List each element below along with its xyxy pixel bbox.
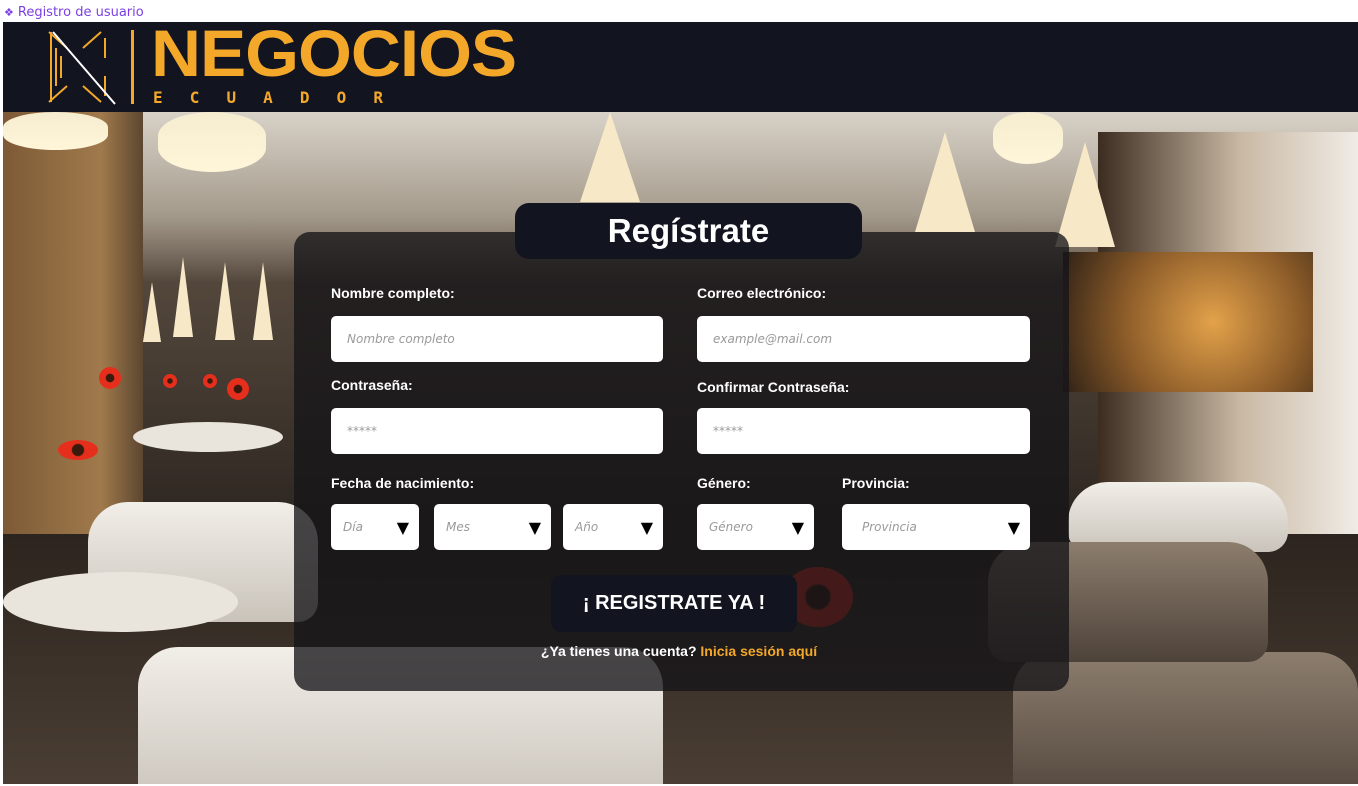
brand-sub-letter: R [373, 88, 383, 107]
logo-n-mark-icon [48, 31, 116, 105]
brand-sub-letter: E [153, 88, 163, 107]
frame-tab: ❖ Registro de usuario [4, 3, 144, 21]
email-label: Correo electrónico: [697, 285, 827, 301]
pendant-lamp [915, 132, 975, 232]
pendant-lamp [215, 262, 235, 340]
scene-flower [203, 374, 217, 388]
logo-separator [131, 30, 134, 104]
province-select[interactable]: Provincia ▼ [842, 504, 1030, 550]
day-select-value: Día [343, 520, 363, 534]
year-select-value: Año [575, 520, 599, 534]
scene-flower [163, 374, 177, 388]
login-prompt: ¿Ya tienes una cuenta? Inicia sesión aqu… [0, 643, 1358, 659]
login-link[interactable]: Inicia sesión aquí [700, 643, 817, 659]
pendant-lamp [580, 112, 640, 202]
brand-sub-letter: C [189, 88, 200, 107]
pendant-lamp [1055, 142, 1115, 247]
brand-sub-letter: A [263, 88, 273, 107]
month-select[interactable]: Mes ▼ [434, 504, 551, 550]
province-label: Provincia: [842, 475, 910, 491]
email-input[interactable]: example@mail.com [697, 316, 1030, 362]
caret-down-icon: ▼ [528, 517, 541, 537]
lamp-shade [3, 112, 108, 150]
confirm-password-label: Confirmar Contraseña: [697, 379, 850, 395]
brand-sub-letter: D [299, 88, 310, 107]
scene-flower [227, 378, 249, 400]
password-label: Contraseña: [331, 377, 413, 393]
full-name-label: Nombre completo: [331, 285, 455, 301]
login-prompt-text: ¿Ya tienes una cuenta? [540, 643, 697, 659]
brand-subtitle: E C U A D O R [153, 88, 383, 107]
province-select-value: Provincia [862, 520, 917, 534]
month-select-value: Mes [446, 520, 470, 534]
header-bar: NEGOCIOS E C U A D O R [3, 20, 1358, 112]
lamp-shade [158, 112, 266, 172]
gender-select[interactable]: Género ▼ [697, 504, 814, 550]
frame-tab-label: Registro de usuario [17, 4, 144, 20]
diamond-icon: ❖ [4, 5, 14, 19]
pendant-lamp [253, 262, 273, 340]
lamp-shade [993, 112, 1063, 164]
brand-name: NEGOCIOS [151, 16, 517, 90]
password-input[interactable]: ***** [331, 408, 663, 454]
scene-table [133, 422, 283, 452]
brand-sub-letter: U [226, 88, 237, 107]
pendant-lamp [173, 257, 193, 337]
caret-down-icon: ▼ [1007, 517, 1020, 537]
scene-kitchen-window [1063, 252, 1313, 392]
brand-sub-letter: O [336, 88, 347, 107]
scene-flower [58, 440, 98, 460]
scene-flower [99, 367, 121, 389]
scene-table [3, 572, 238, 632]
year-select[interactable]: Año ▼ [563, 504, 663, 550]
register-title: Regístrate [515, 203, 862, 259]
scene-wall-left [3, 112, 143, 552]
caret-down-icon: ▼ [396, 517, 409, 537]
birth-date-label: Fecha de nacimiento: [331, 475, 475, 491]
confirm-password-input[interactable]: ***** [697, 408, 1030, 454]
pendant-lamp [143, 282, 161, 342]
caret-down-icon: ▼ [791, 517, 804, 537]
register-submit-button[interactable]: ¡ REGISTRATE YA ! [551, 575, 797, 632]
gender-label: Género: [697, 475, 751, 491]
caret-down-icon: ▼ [640, 517, 653, 537]
day-select[interactable]: Día ▼ [331, 504, 419, 550]
gender-select-value: Género [709, 520, 753, 534]
full-name-input[interactable]: Nombre completo [331, 316, 663, 362]
brand-logo[interactable]: NEGOCIOS E C U A D O R [47, 20, 517, 108]
